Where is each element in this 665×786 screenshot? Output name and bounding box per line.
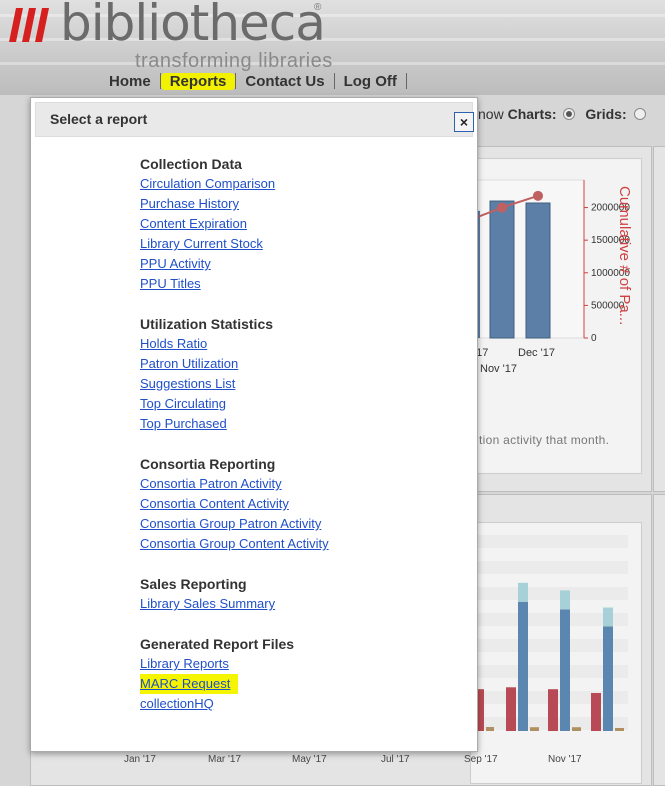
grids-radio[interactable] [633, 108, 646, 120]
link-content-expiration[interactable]: Content Expiration [140, 214, 329, 234]
section-title: Collection Data [140, 156, 242, 172]
line-point [497, 202, 507, 213]
link-purchase-history[interactable]: Purchase History [140, 194, 329, 214]
bar [506, 687, 516, 731]
bar [603, 607, 613, 627]
x-tick-label: Sep '17 [464, 754, 498, 765]
bar [603, 626, 613, 731]
report-list: Collection Data Circulation Comparison P… [140, 154, 329, 734]
section-title: Generated Report Files [140, 636, 295, 652]
bibliotheca-logo-icon [9, 8, 49, 42]
bar [560, 590, 570, 610]
section-generated-report-files: Generated Report Files Library Reports M… [140, 634, 329, 714]
link-ppu-titles[interactable]: PPU Titles [140, 274, 329, 294]
charts-label: Charts: [507, 106, 557, 122]
chart-description: tion activity that month. [479, 433, 610, 447]
grids-label: Grids: [585, 106, 627, 122]
section-title: Utilization Statistics [140, 316, 274, 332]
link-consortia-group-patron-activity[interactable]: Consortia Group Patron Activity [140, 514, 329, 534]
link-top-purchased[interactable]: Top Purchased [140, 414, 329, 434]
dialog-title: Select a report [50, 111, 148, 127]
grid-band [470, 535, 628, 548]
link-circulation-comparison[interactable]: Circulation Comparison [140, 174, 329, 194]
link-collectionhq[interactable]: collectionHQ [140, 694, 329, 714]
monthly-activity-chart: Oct '17Dec '17 [470, 535, 628, 731]
dashboard-panel-right-bottom [653, 494, 665, 786]
link-consortia-content-activity[interactable]: Consortia Content Activity [140, 494, 329, 514]
section-sales-reporting: Sales Reporting Library Sales Summary [140, 574, 329, 614]
nav-home[interactable]: Home [100, 73, 160, 90]
grid-band [470, 587, 628, 600]
line-point [533, 190, 543, 201]
nav-divider [405, 73, 407, 89]
bar [560, 609, 570, 731]
x-tick-label: May '17 [292, 754, 327, 765]
link-library-reports[interactable]: Library Reports [140, 654, 329, 674]
dialog-header: Select a report × [35, 102, 474, 137]
y-axis-label: Cumulative # of Pa... [616, 186, 633, 325]
nav-contact-us[interactable]: Contact Us [236, 73, 333, 90]
link-top-circulating[interactable]: Top Circulating [140, 394, 329, 414]
charts-radio[interactable] [563, 108, 576, 120]
x-tick-label: Nov '17 [548, 754, 582, 765]
bar [591, 693, 601, 731]
x-tick-label: Mar '17 [208, 754, 242, 765]
bar [572, 727, 581, 731]
x-tick-label: Dec '17 [518, 347, 555, 359]
dashboard-panel-right-top [653, 146, 665, 492]
bar [548, 689, 558, 731]
link-holds-ratio[interactable]: Holds Ratio [140, 334, 329, 354]
link-library-sales-summary[interactable]: Library Sales Summary [140, 594, 329, 614]
select-report-dialog: Select a report × Collection Data Circul… [30, 97, 478, 752]
bar [615, 728, 624, 731]
nav-reports[interactable]: Reports [160, 72, 236, 90]
x-tick-label: Jul '17 [381, 754, 410, 765]
bar [486, 727, 494, 731]
bar [525, 202, 551, 339]
section-consortia-reporting: Consortia Reporting Consortia Patron Act… [140, 454, 329, 554]
view-toggle: now Charts: Grids: [478, 106, 646, 122]
registered-mark: ® [314, 2, 322, 13]
link-suggestions-list[interactable]: Suggestions List [140, 374, 329, 394]
link-consortia-patron-activity[interactable]: Consortia Patron Activity [140, 474, 329, 494]
section-title: Sales Reporting [140, 576, 247, 592]
grid-band [470, 561, 628, 574]
bar [518, 582, 528, 602]
bar [530, 727, 539, 731]
x-tick-label: Jan '17 [124, 754, 156, 765]
circulation-chart: 2000000150000010000005000000Cumulative #… [470, 179, 633, 375]
link-library-current-stock[interactable]: Library Current Stock [140, 234, 329, 254]
section-title: Consortia Reporting [140, 456, 276, 472]
bar [518, 601, 528, 731]
main-nav: Home Reports Contact Us Log Off [100, 70, 407, 92]
toolbar-prefix: now [478, 106, 508, 122]
link-consortia-group-content-activity[interactable]: Consortia Group Content Activity [140, 534, 329, 554]
bar [489, 200, 515, 339]
section-collection-data: Collection Data Circulation Comparison P… [140, 154, 329, 294]
y-tick-label: 0 [591, 333, 597, 344]
section-utilization-statistics: Utilization Statistics Holds Ratio Patro… [140, 314, 329, 434]
x-tick-label: Nov '17 [480, 363, 517, 375]
close-button[interactable]: × [454, 112, 474, 132]
link-ppu-activity[interactable]: PPU Activity [140, 254, 329, 274]
link-patron-utilization[interactable]: Patron Utilization [140, 354, 329, 374]
link-marc-request[interactable]: MARC Request [140, 674, 239, 694]
logo-text: bibliotheca [60, 0, 326, 52]
nav-log-off[interactable]: Log Off [335, 73, 406, 90]
site-header: bibliotheca ® transforming libraries Hom… [0, 0, 665, 95]
